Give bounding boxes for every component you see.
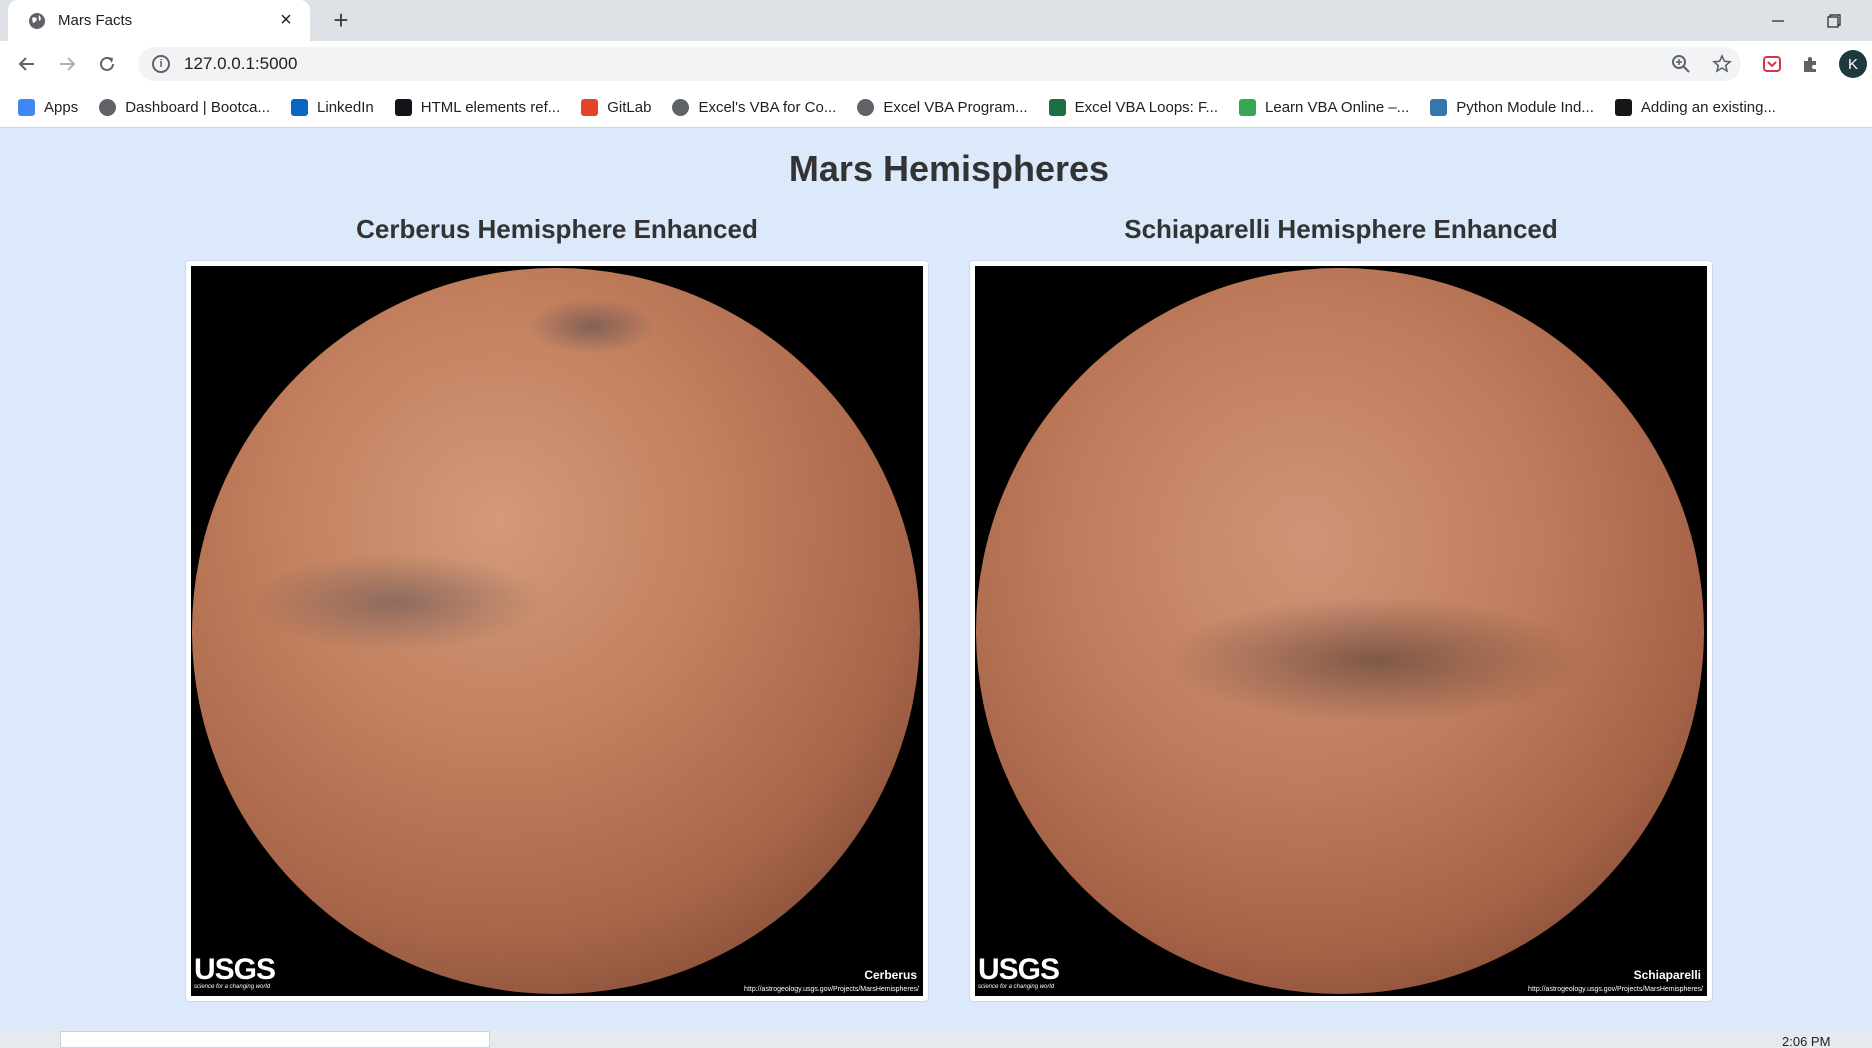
pocket-icon[interactable] (1758, 50, 1786, 78)
bookmark-item[interactable]: Excel VBA Loops: F... (1048, 98, 1219, 116)
linkedin-icon (291, 98, 309, 116)
browser-tab[interactable]: Mars Facts × (8, 0, 310, 41)
tab-title: Mars Facts (58, 12, 133, 29)
bookmark-item[interactable]: HTML elements ref... (394, 98, 561, 116)
globe-icon (99, 98, 117, 116)
browser-toolbar: i 127.0.0.1:5000 K (0, 41, 1872, 87)
bookmark-label: LinkedIn (317, 98, 374, 116)
new-tab-button[interactable]: + (325, 4, 357, 36)
hemisphere-image-frame[interactable]: USGS science for a changing world Schiapa… (969, 260, 1713, 1002)
bookmark-item[interactable]: LinkedIn (291, 98, 374, 116)
image-caption: Cerberus (864, 968, 917, 982)
bookmark-label: HTML elements ref... (420, 98, 561, 116)
bookmark-item[interactable]: Python Module Ind... (1430, 98, 1594, 116)
page-content: Mars Hemispheres Cerberus Hemisphere Enh… (0, 128, 1872, 1030)
bookmark-item[interactable]: GitLab (581, 98, 652, 116)
bookmark-item[interactable]: Adding an existing... (1614, 98, 1776, 116)
bookmark-label: GitLab (607, 98, 652, 116)
bookmark-label: Python Module Ind... (1456, 98, 1594, 116)
address-bar[interactable]: i 127.0.0.1:5000 (138, 47, 1741, 81)
zoom-icon[interactable] (1667, 50, 1695, 78)
gear-icon (1239, 98, 1257, 116)
apps-grid-icon (18, 98, 35, 116)
bookmark-star-icon[interactable] (1708, 50, 1736, 78)
profile-avatar[interactable]: K (1839, 50, 1867, 78)
hemisphere-image[interactable]: USGS science for a changing world Cerberu… (191, 266, 923, 996)
mdn-icon (394, 98, 412, 116)
bookmark-item[interactable]: Excel's VBA for Co... (672, 98, 837, 116)
mars-globe-image (192, 268, 920, 994)
gitlab-icon (581, 98, 599, 116)
site-info-icon[interactable]: i (152, 55, 170, 73)
python-icon (1430, 98, 1448, 116)
bookmark-label: Learn VBA Online –... (1265, 98, 1410, 116)
taskbar-search-input[interactable] (60, 1031, 490, 1048)
hemisphere-card-schiaparelli: Schiaparelli Hemisphere Enhanced USGS sci… (969, 210, 1713, 1002)
image-credit-url: http://astrogeology.usgs.gov/Projects/Ma… (1528, 986, 1703, 993)
hemisphere-title: Cerberus Hemisphere Enhanced (356, 214, 758, 244)
restore-icon[interactable] (1806, 0, 1862, 41)
github-icon (1614, 98, 1632, 116)
bookmark-label: Excel VBA Loops: F... (1074, 98, 1219, 116)
usgs-logo: USGS science for a changing world (194, 953, 276, 990)
bookmark-item[interactable]: Dashboard | Bootca... (99, 98, 271, 116)
bookmark-item[interactable]: Learn VBA Online –... (1239, 98, 1410, 116)
tab-close-icon[interactable]: × (274, 9, 298, 32)
hemisphere-card-cerberus: Cerberus Hemisphere Enhanced USGS science… (185, 210, 929, 1002)
bookmark-label: Adding an existing... (1640, 98, 1776, 116)
excel-icon (1048, 98, 1066, 116)
extensions-icon[interactable] (1797, 50, 1825, 78)
globe-icon (672, 98, 690, 116)
image-credit-url: http://astrogeology.usgs.gov/Projects/Ma… (744, 986, 919, 993)
hemisphere-image-frame[interactable]: USGS science for a changing world Cerberu… (185, 260, 929, 1002)
page-title: Mars Hemispheres (788, 148, 1110, 189)
bookmark-label: Apps (44, 98, 79, 116)
bookmark-item[interactable]: Excel VBA Program... (857, 98, 1028, 116)
hemisphere-title: Schiaparelli Hemisphere Enhanced (1124, 214, 1558, 244)
bookmark-label: Excel's VBA for Co... (698, 98, 837, 116)
usgs-logo: USGS science for a changing world (978, 953, 1060, 990)
bookmark-item[interactable]: Apps (18, 98, 79, 116)
minimize-icon[interactable] (1750, 0, 1806, 41)
bookmark-label: Dashboard | Bootca... (125, 98, 271, 116)
globe-icon (857, 98, 875, 116)
bookmarks-bar: Apps Dashboard | Bootca... LinkedIn HTML el… (0, 87, 1872, 128)
url-text[interactable]: 127.0.0.1:5000 (184, 54, 297, 74)
image-caption: Schiaparelli (1633, 968, 1701, 982)
tab-strip: Mars Facts × + (0, 0, 1872, 41)
bookmark-label: Excel VBA Program... (883, 98, 1028, 116)
globe-icon (29, 12, 45, 29)
mars-globe-image (976, 268, 1704, 994)
forward-icon[interactable] (51, 48, 83, 80)
taskbar-clock: 2:06 PM (1782, 1034, 1831, 1048)
hemisphere-image[interactable]: USGS science for a changing world Schiapa… (975, 266, 1707, 996)
reload-icon[interactable] (91, 48, 123, 80)
back-icon[interactable] (11, 48, 43, 80)
